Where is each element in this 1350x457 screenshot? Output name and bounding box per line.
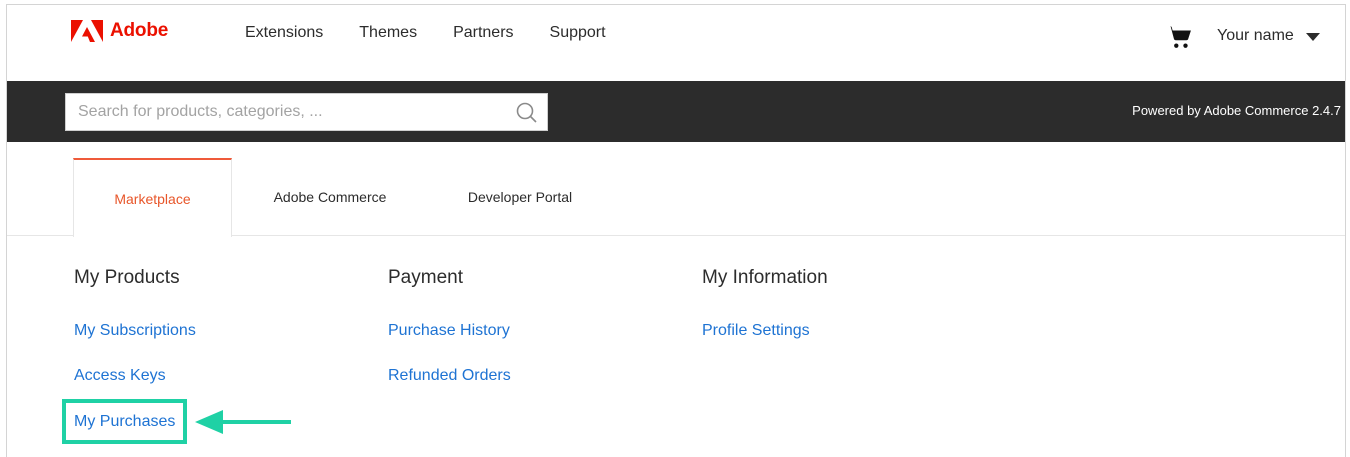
search-bar: Powered by Adobe Commerce 2.4.7 (7, 81, 1345, 142)
tab-adobe-commerce[interactable]: Adobe Commerce (265, 158, 395, 236)
tab-developer-portal[interactable]: Developer Portal (459, 158, 581, 236)
user-menu[interactable]: Your name (1217, 27, 1320, 45)
highlight-box (62, 399, 187, 444)
section-title: My Products (74, 267, 180, 288)
nav-link-support[interactable]: Support (550, 24, 606, 42)
page-frame: Adobe Extensions Themes Partners Support… (6, 4, 1346, 457)
link-refunded-orders[interactable]: Refunded Orders (388, 367, 511, 385)
search-icon[interactable] (515, 101, 539, 125)
section-title: My Information (702, 267, 828, 288)
chevron-down-icon (1305, 33, 1320, 41)
link-access-keys[interactable]: Access Keys (74, 367, 166, 385)
main-nav: Extensions Themes Partners Support (245, 24, 606, 42)
section-payment: Payment Purchase History Refunded Orders (388, 267, 511, 384)
search-input[interactable] (66, 94, 496, 130)
search-box (65, 93, 548, 131)
link-profile-settings[interactable]: Profile Settings (702, 322, 810, 340)
nav-link-extensions[interactable]: Extensions (245, 24, 323, 42)
section-my-information: My Information Profile Settings (702, 267, 828, 339)
adobe-logo[interactable]: Adobe (71, 20, 168, 42)
adobe-logo-icon (71, 20, 103, 42)
powered-by-label: Powered by Adobe Commerce 2.4.7 (1132, 103, 1341, 118)
nav-link-partners[interactable]: Partners (453, 24, 513, 42)
nav-link-themes[interactable]: Themes (359, 24, 417, 42)
arrow-left-icon (195, 410, 291, 434)
user-name: Your name (1217, 27, 1294, 44)
shopping-cart-icon[interactable] (1166, 24, 1192, 50)
link-purchase-history[interactable]: Purchase History (388, 322, 510, 340)
link-my-subscriptions[interactable]: My Subscriptions (74, 322, 196, 340)
section-my-products: My Products My Subscriptions Access Keys… (74, 267, 196, 430)
section-title: Payment (388, 267, 463, 288)
brand-name: Adobe (110, 20, 169, 41)
tab-bar: Marketplace Adobe Commerce Developer Por… (7, 142, 1345, 237)
tab-marketplace[interactable]: Marketplace (73, 158, 232, 237)
top-navigation: Adobe Extensions Themes Partners Support… (7, 5, 1345, 81)
